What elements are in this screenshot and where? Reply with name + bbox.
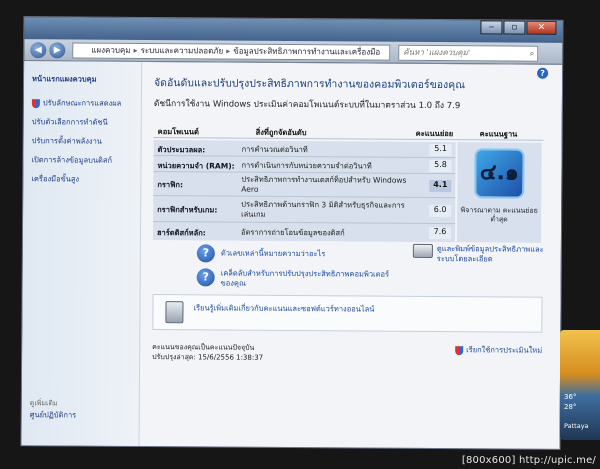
what-means-link[interactable]: ? ตัวเลขเหล่านี้หมายความว่าอะไร xyxy=(196,244,377,263)
breadcrumb-2[interactable]: ข้อมูลประสิทธิภาพการทำงานและเครื่องมือ xyxy=(233,47,380,57)
score-status: คะแนนของคุณเป็นคะแนนปัจจุบัน ปรับปรุงล่า… xyxy=(152,342,263,363)
sidebar-item-advanced-tools[interactable]: เครื่องมือขั้นสูง xyxy=(31,173,134,186)
row-description: การคำนวณต่อวินาที xyxy=(241,144,308,155)
header-rated: สิ่งที่ถูกจัดอันดับ xyxy=(255,127,307,138)
weather-temps: 36° 28° xyxy=(564,392,576,412)
weather-temp-low: 28° xyxy=(564,403,577,411)
printer-icon xyxy=(412,243,433,258)
page-subtitle: ดัชนีการใช้งาน Windows ประเมินค่าคอมโพเน… xyxy=(153,99,461,112)
watermark-text: [800x600] http://upic.me/ xyxy=(461,455,596,466)
minimize-button[interactable]: ‒ xyxy=(480,20,503,35)
ratings-body: ตัวประมวลผล: การคำนวณต่อวินาที 5.1 หน่วย… xyxy=(152,140,456,243)
row-description: ประสิทธิภาพด้านกราฟิก 3 มิติสำหรับธุรกิจ… xyxy=(241,199,405,219)
rerun-assessment-text: เรียกใช้การประเมินใหม่ xyxy=(466,345,543,355)
help-icon[interactable]: ? xyxy=(537,67,549,79)
row-component: กราฟิก: xyxy=(157,180,184,190)
question-icon: ? xyxy=(196,268,215,287)
sidebar-item-visual-effects[interactable]: ปรับลักษณะการแสดงผล xyxy=(31,97,135,110)
shield-icon xyxy=(31,98,40,108)
address-bar[interactable]: แผงควบคุม ▸ ระบบและความปลอดภัย ▸ ข้อมูลประสิ… xyxy=(72,42,391,61)
sidebar-item-label: ปรับลักษณะการแสดงผล xyxy=(42,98,122,108)
what-means-text: ตัวเลขเหล่านี้หมายความว่าอะไร xyxy=(220,248,326,259)
row-score: 7.6 xyxy=(428,226,452,240)
see-also-heading: ดูเพิ่มเติม xyxy=(29,399,58,408)
row-score: 6.0 xyxy=(429,204,452,218)
main-panel: ? จัดอันดับและปรับปรุงประสิทธิภาพการทำงา… xyxy=(151,62,552,450)
row-description: การดำเนินการกับหน่วยความจำต่อวินาที xyxy=(241,160,372,171)
table-row: ฮาร์ดดิสก์หลัก: อัตราการถ่ายโอนข้อมูลของ… xyxy=(153,222,455,242)
rerun-assessment-link[interactable]: เรียกใช้การประเมินใหม่ xyxy=(455,344,542,357)
print-details-text: ดูและพิมพ์ข้อมูลประสิทธิภาพและระบบโดยละเ… xyxy=(436,244,544,264)
status-last-update: ปรับปรุงล่าสุด: 15/6/2556 1:38:37 xyxy=(152,353,264,362)
search-placeholder: ค้นหา 'แผงควบคุม' xyxy=(403,47,471,58)
table-row: กราฟิกสำหรับเกม: ประสิทธิภาพด้านกราฟิก 3… xyxy=(153,196,456,225)
question-icon: ? xyxy=(196,244,215,263)
content-area: หน้าแรกแผงควบคุม ปรับลักษณะการแสดงผล ปรั… xyxy=(21,61,563,450)
close-button[interactable]: ✕ xyxy=(526,20,557,35)
sidebar: หน้าแรกแผงควบคุม ปรับลักษณะการแสดงผล ปรั… xyxy=(21,61,143,448)
sidebar-item-power[interactable]: ปรับการตั้งค่าพลังงาน xyxy=(32,135,135,148)
sidebar-item-indexing[interactable]: ปรับตัวเลือกการทำดัชนี xyxy=(32,116,135,129)
weather-gadget[interactable]: 36° 28° Pattaya xyxy=(560,330,600,440)
forward-icon[interactable]: ▶ xyxy=(49,42,66,59)
row-score: 5.1 xyxy=(429,143,452,157)
header-basescore: คะแนนฐาน xyxy=(479,129,518,139)
back-icon[interactable]: ◀ xyxy=(30,42,47,59)
tips-link[interactable]: ? เคล็ดลับสำหรับการปรับปรุงประสิทธิภาพคอ… xyxy=(196,268,397,289)
sidebar-home-link[interactable]: หน้าแรกแผงควบคุม xyxy=(32,73,135,86)
window-controls: ‒ ▫ ✕ xyxy=(479,20,557,37)
ratings-header: คอมโพเนนต์ สิ่งที่ถูกจัดอันดับ คะแนนย่อย… xyxy=(153,124,544,141)
row-description: ประสิทธิภาพการทำงานเดสก์ท็อปสำหรับ Windo… xyxy=(241,174,407,194)
page-title: จัดอันดับและปรับปรุงประสิทธิภาพการทำงานข… xyxy=(154,77,466,92)
row-score: 5.8 xyxy=(429,159,452,173)
search-icon[interactable]: ⌕ xyxy=(530,47,535,61)
action-center-link[interactable]: ศูนย์ปฏิบัติการ xyxy=(30,409,77,421)
base-score-box: ๔.๑ พิจารณาตาม คะแนนย่อยต่ำสุด xyxy=(456,142,542,243)
row-component: ตัวประมวลผล: xyxy=(157,145,206,155)
learn-more-link[interactable]: เรียนรู้เพิ่มเติมเกี่ยวกับคะแนนและซอฟต์แ… xyxy=(193,303,393,314)
print-details-link[interactable]: ดูและพิมพ์ข้อมูลประสิทธิภาพและระบบโดยละเ… xyxy=(412,243,553,265)
search-input[interactable]: ค้นหา 'แผงควบคุม' ⌕ xyxy=(398,44,539,62)
row-score: 4.1 xyxy=(429,179,452,193)
ratings-table: คอมโพเนนต์ สิ่งที่ถูกจัดอันดับ คะแนนย่อย… xyxy=(152,124,544,243)
breadcrumb-1[interactable]: ระบบและความปลอดภัย xyxy=(141,46,224,56)
header-component: คอมโพเนนต์ xyxy=(157,127,199,137)
maximize-button[interactable]: ▫ xyxy=(503,20,526,35)
breadcrumb-0[interactable]: แผงควบคุม xyxy=(91,46,130,55)
base-score-label: พิจารณาตาม คะแนนย่อยต่ำสุด xyxy=(460,206,538,224)
sidebar-item-disk-cleanup[interactable]: เปิดการล้างข้อมูลบนดิสก์ xyxy=(31,154,134,167)
weather-temp-high: 36° xyxy=(564,393,577,401)
shield-icon xyxy=(455,345,464,355)
weather-city: Pattaya xyxy=(564,422,589,430)
learn-more-box: เรียนรู้เพิ่มเติมเกี่ยวกับคะแนนและซอฟต์แ… xyxy=(152,294,543,333)
window-frame: ‒ ▫ ✕ ◀ ▶ แผงควบคุม ▸ ระบบและความปลอดภัย ▸ ข… xyxy=(20,16,564,450)
tips-text: เคล็ดลับสำหรับการปรับปรุงประสิทธิภาพคอมพ… xyxy=(220,268,390,288)
table-row: กราฟิก: ประสิทธิภาพการทำงานเดสก์ท็อปสำหร… xyxy=(153,172,456,199)
base-score-badge: ๔.๑ xyxy=(474,148,525,199)
row-component: กราฟิกสำหรับเกม: xyxy=(157,205,218,215)
row-component: หน่วยความจำ (RAM): xyxy=(157,161,235,171)
header-subscore: คะแนนย่อย xyxy=(415,128,454,139)
row-description: อัตราการถ่ายโอนข้อมูลของดิสก์ xyxy=(240,227,345,238)
row-component: ฮาร์ดดิสก์หลัก: xyxy=(156,228,206,238)
software-box-icon xyxy=(165,301,184,324)
